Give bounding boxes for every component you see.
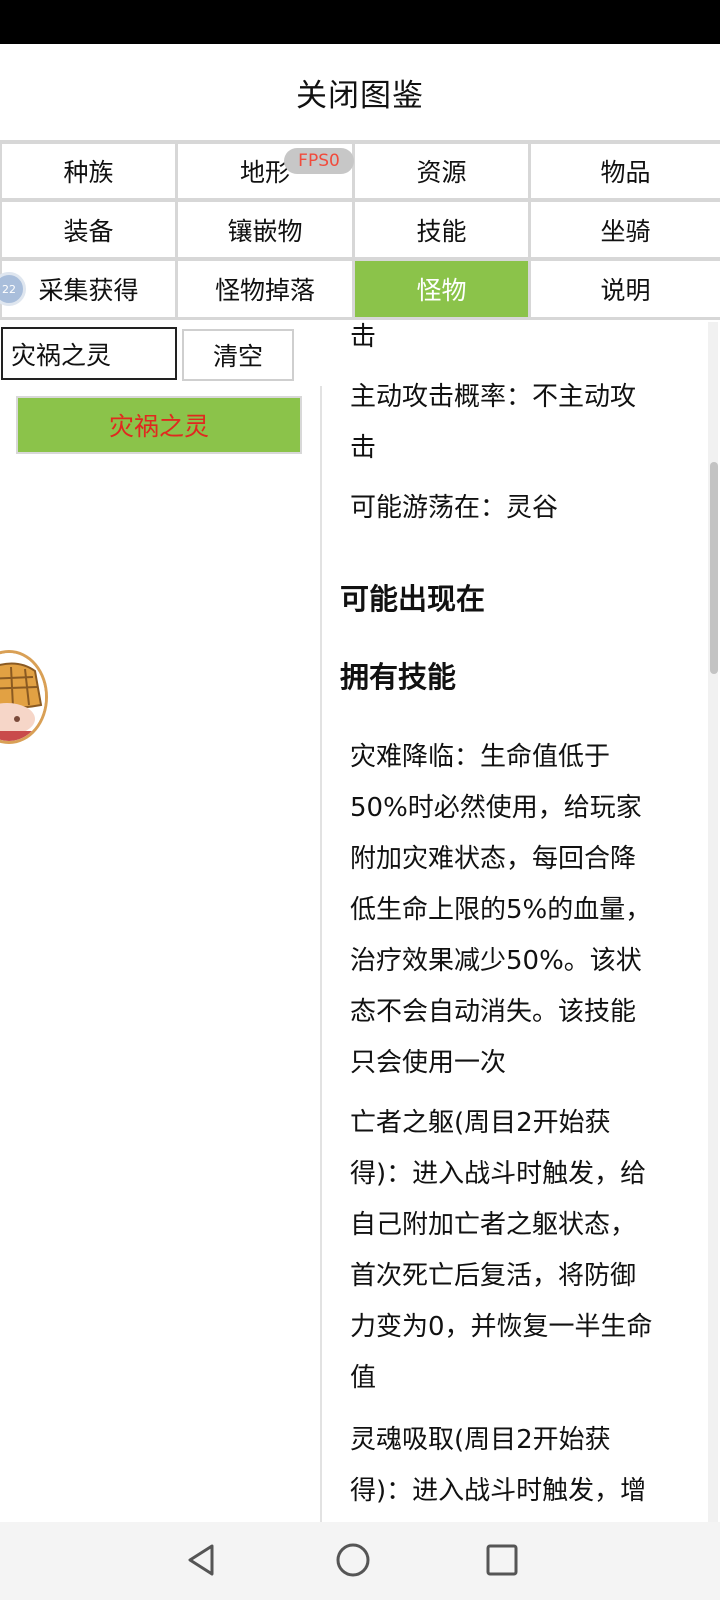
active-attack-line: 击	[350, 433, 377, 463]
category-tabs: 种族 地形 资源 物品 装备 镶嵌物 技能 坐骑 采集获得 怪物掉落 怪物 说明	[0, 140, 720, 320]
back-icon	[188, 1544, 214, 1576]
character-head-icon	[0, 653, 45, 741]
wander-location: 可能游荡在：灵谷	[350, 493, 559, 523]
tab-race[interactable]: 种族	[2, 144, 175, 198]
skill-text-line: 自己附加亡者之躯状态，	[350, 1210, 637, 1240]
skill-text-line: 首次死亡后复活，将防御	[350, 1261, 637, 1291]
fps-badge: FPS0	[284, 148, 354, 174]
avatar-number: 22	[2, 282, 16, 296]
heading-may-appear: 可能出现在	[340, 582, 486, 616]
heading-skills: 拥有技能	[340, 660, 457, 694]
home-icon	[336, 1543, 370, 1577]
recents-button[interactable]	[478, 1536, 526, 1584]
tab-monsters[interactable]: 怪物	[355, 261, 528, 317]
status-bar	[0, 0, 720, 44]
skill-text-line: 得)：进入战斗时触发，增	[350, 1476, 647, 1506]
skill-text-line: 亡者之躯(周目2开始获	[350, 1108, 611, 1138]
clear-button[interactable]: 清空	[182, 329, 294, 381]
skill-text-line: 值	[350, 1363, 377, 1393]
skill-text-line: 只会使用一次	[350, 1048, 507, 1078]
recents-icon	[486, 1544, 518, 1576]
skill-text-line: 灾难降临：生命值低于	[350, 742, 611, 772]
floating-character-avatar[interactable]	[0, 650, 48, 744]
skill-text-line: 灵魂吸取(周目2开始获	[350, 1425, 611, 1455]
skill-text-line: 附加灾难状态，每回合降	[350, 844, 637, 874]
tab-skills[interactable]: 技能	[355, 202, 528, 257]
skill-text-line: 治疗效果减少50%。该状	[350, 946, 642, 976]
tab-equipment[interactable]: 装备	[2, 202, 175, 257]
tab-inlays[interactable]: 镶嵌物	[178, 202, 352, 257]
skill-text-line: 50%时必然使用，给玩家	[350, 793, 642, 823]
system-nav-bar	[0, 1522, 720, 1600]
detail-text-fragment: 击	[350, 322, 377, 352]
detail-scrollbar-thumb[interactable]	[710, 462, 718, 674]
tab-items[interactable]: 物品	[531, 144, 720, 198]
home-button[interactable]	[329, 1536, 377, 1584]
skill-text-line: 低生命上限的5%的血量，	[350, 895, 652, 925]
skill-text-line: 力变为0，并恢复一半生命	[350, 1312, 653, 1342]
monster-list-item[interactable]: 灾祸之灵	[16, 396, 302, 454]
skill-text-line: 态不会自动消失。该技能	[350, 997, 637, 1027]
active-attack-line: 主动攻击概率：不主动攻	[350, 382, 637, 412]
monster-detail-panel: 击 主动攻击概率：不主动攻 击 可能游荡在：灵谷 可能出现在 拥有技能 灾难降临…	[322, 322, 702, 1522]
skill-text-line: 得)：进入战斗时触发，给	[350, 1159, 647, 1189]
tab-instructions[interactable]: 说明	[531, 261, 720, 317]
header[interactable]: 关闭图鉴	[0, 44, 720, 140]
tab-monster-drops[interactable]: 怪物掉落	[178, 261, 352, 317]
search-input[interactable]	[1, 327, 177, 380]
back-button[interactable]	[178, 1536, 226, 1584]
tab-resources[interactable]: 资源	[355, 144, 528, 198]
close-handbook-button[interactable]: 关闭图鉴	[296, 70, 424, 115]
tab-mounts[interactable]: 坐骑	[531, 202, 720, 257]
tab-gathering[interactable]: 采集获得	[2, 261, 175, 317]
